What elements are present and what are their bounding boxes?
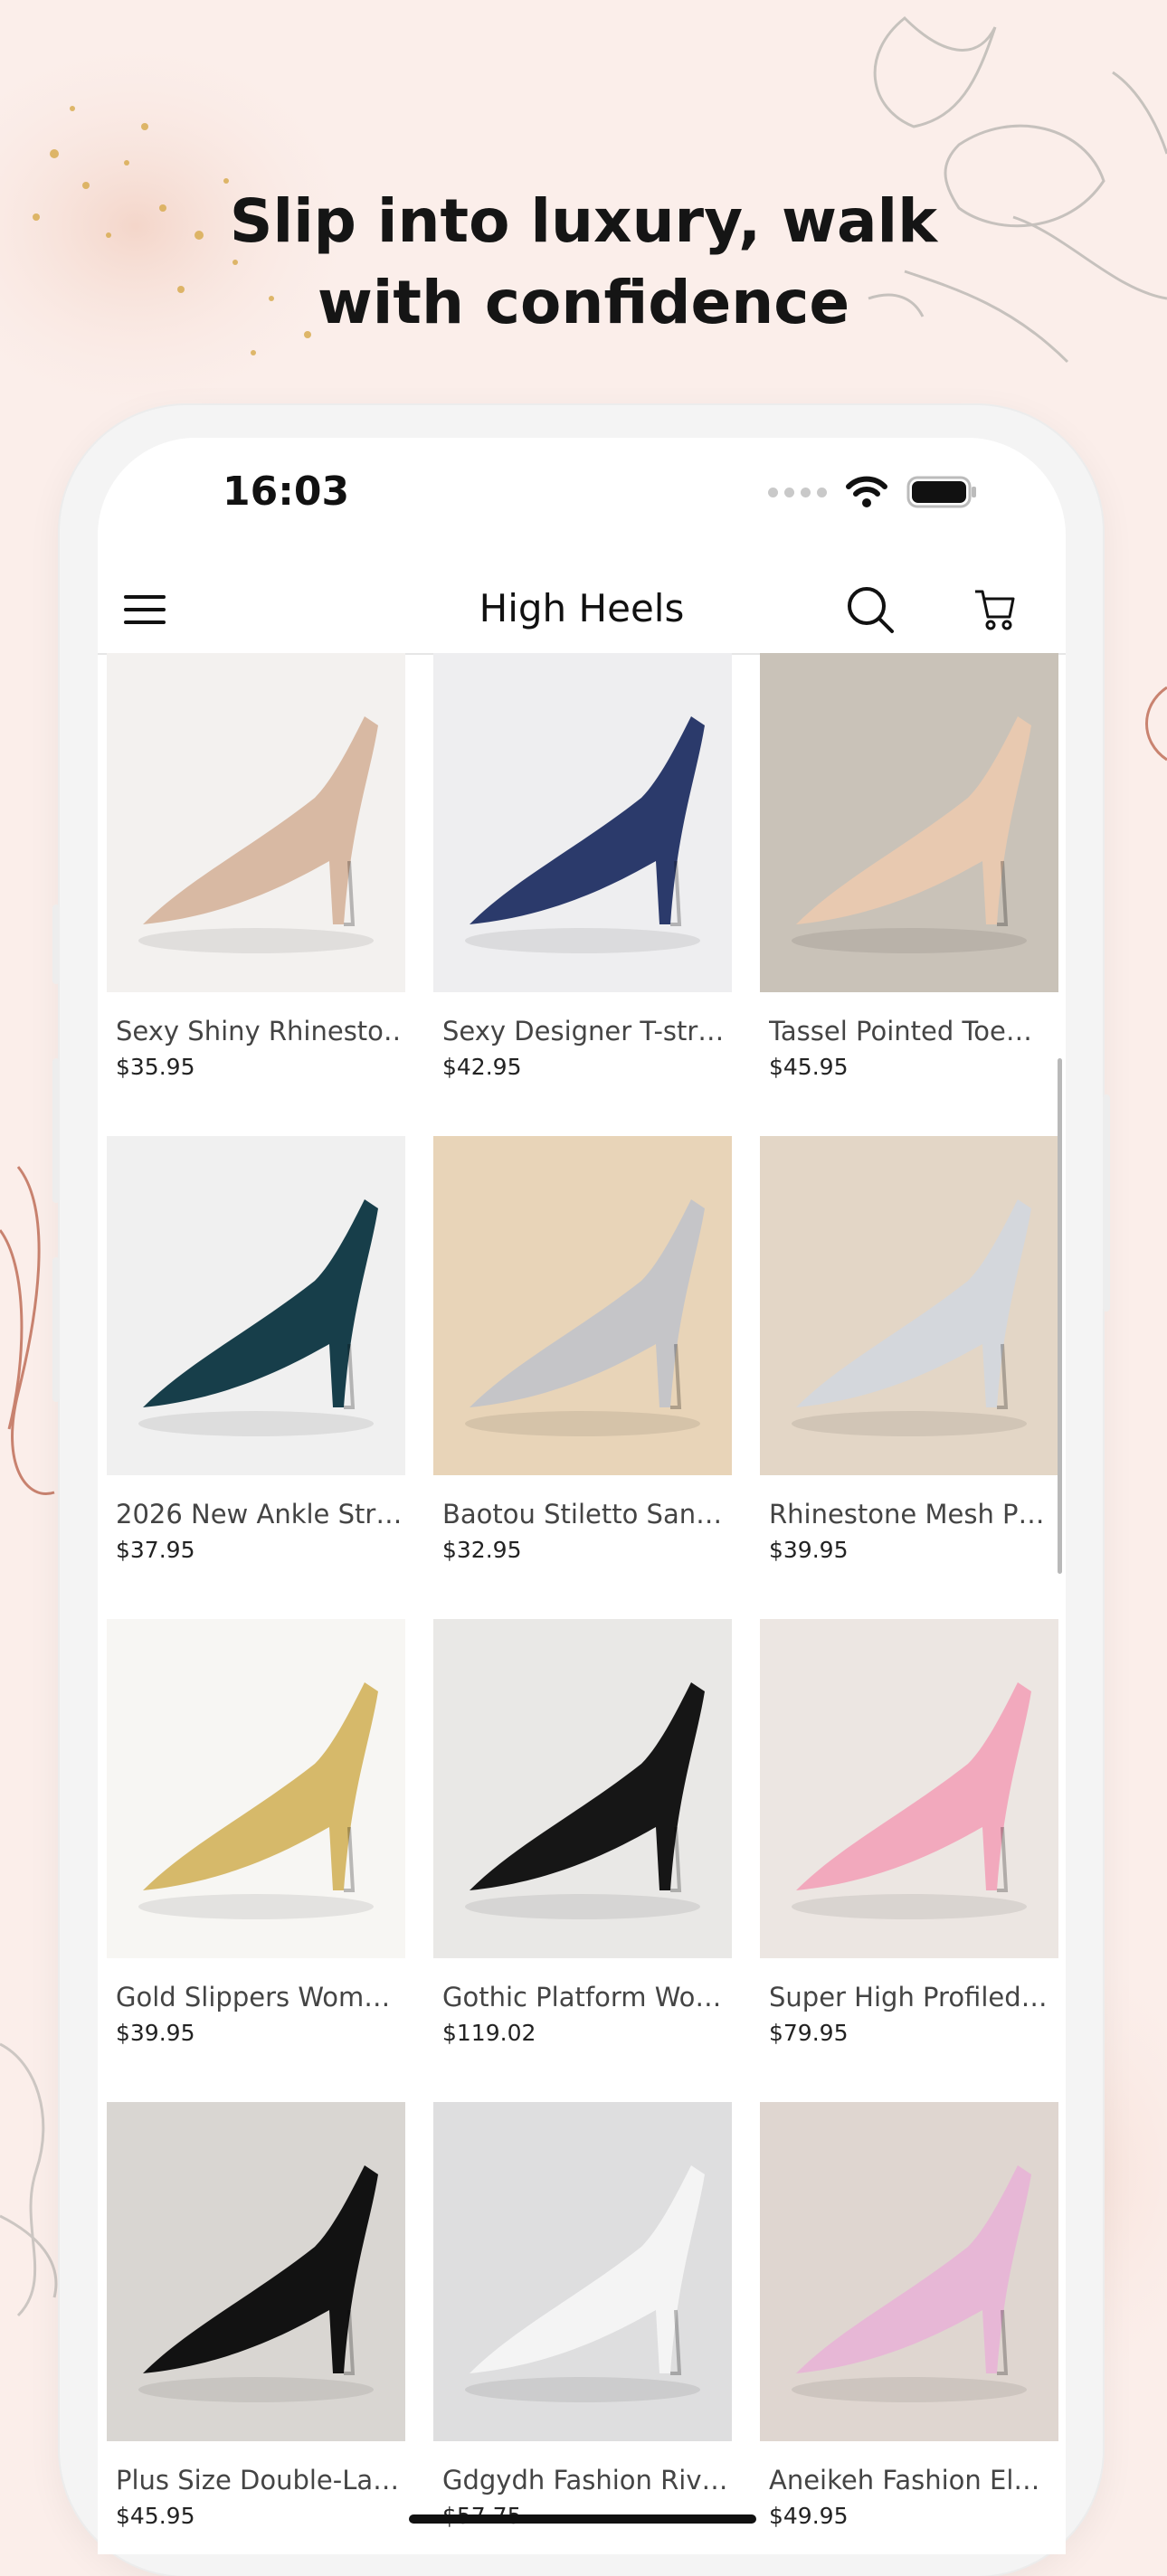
headline-line-1: Slip into luxury, walk	[229, 186, 938, 256]
shoe-illustration	[760, 653, 1058, 992]
product-image[interactable]	[760, 653, 1058, 992]
product-price: $39.95	[769, 1537, 849, 1563]
home-indicator[interactable]	[409, 2514, 756, 2524]
product-price: $79.95	[769, 2020, 849, 2046]
product-card[interactable]: Aneikeh Fashion El… $49.95	[760, 2102, 1058, 2554]
status-time: 16:03	[223, 469, 350, 515]
shoe-illustration	[760, 2102, 1058, 2441]
phone-side-button	[52, 1257, 60, 1402]
product-card[interactable]: Plus Size Double-La… $45.95	[107, 2102, 405, 2554]
search-button[interactable]	[841, 581, 899, 639]
headline-line-2: with confidence	[317, 268, 850, 337]
phone-side-button	[52, 1058, 60, 1203]
product-price: $35.95	[116, 1054, 195, 1080]
product-title[interactable]: Gdgydh Fashion Riv…	[442, 2465, 727, 2496]
nav-title: High Heels	[479, 586, 685, 630]
product-image[interactable]	[760, 1136, 1058, 1475]
battery-icon	[906, 476, 976, 508]
product-title[interactable]: Sexy Shiny Rhinesto…	[116, 1016, 401, 1046]
product-title[interactable]: 2026 New Ankle Str…	[116, 1499, 401, 1530]
nav-bar: High Heels	[98, 564, 1066, 655]
product-card[interactable]: Gothic Platform Wo… $119.02	[433, 1619, 732, 2089]
product-image[interactable]	[433, 1619, 732, 1958]
shoe-illustration	[107, 1619, 405, 1958]
shoe-illustration	[107, 1136, 405, 1475]
headline: Slip into luxury, walk with confidence	[0, 181, 1167, 344]
product-image[interactable]	[433, 653, 732, 992]
shoe-illustration	[433, 653, 732, 992]
status-icons	[768, 474, 979, 510]
shoe-illustration	[433, 1136, 732, 1475]
product-title[interactable]: Baotou Stiletto San…	[442, 1499, 727, 1530]
scrollbar[interactable]	[1058, 1058, 1062, 1574]
product-card[interactable]: Baotou Stiletto San… $32.95	[433, 1136, 732, 1606]
cart-button[interactable]	[966, 581, 1024, 639]
product-image[interactable]	[760, 2102, 1058, 2441]
product-card[interactable]: Sexy Shiny Rhinesto… $35.95	[107, 653, 405, 1123]
status-bar: 16:03	[98, 438, 1066, 564]
product-price: $32.95	[442, 1537, 522, 1563]
product-price: $39.95	[116, 2020, 195, 2046]
app-screen: 16:03 High Heels Sexy Shiny Rhinesto… $3…	[98, 438, 1066, 2554]
shoe-illustration	[433, 1619, 732, 1958]
shoe-illustration	[107, 2102, 405, 2441]
product-card[interactable]: 2026 New Ankle Str… $37.95	[107, 1136, 405, 1606]
shoe-illustration	[433, 2102, 732, 2441]
product-price: $119.02	[442, 2020, 536, 2046]
product-image[interactable]	[433, 2102, 732, 2441]
product-title[interactable]: Plus Size Double-La…	[116, 2465, 401, 2496]
cart-icon	[975, 590, 1015, 630]
product-title[interactable]: Super High Profiled…	[769, 1982, 1054, 2012]
product-title[interactable]: Gold Slippers Wom…	[116, 1982, 401, 2012]
product-price: $42.95	[442, 1054, 522, 1080]
product-card[interactable]: Gold Slippers Wom… $39.95	[107, 1619, 405, 2089]
product-image[interactable]	[107, 2102, 405, 2441]
product-title[interactable]: Sexy Designer T-str…	[442, 1016, 727, 1046]
product-price: $45.95	[769, 1054, 849, 1080]
product-price: $45.95	[116, 2503, 195, 2529]
product-title[interactable]: Tassel Pointed Toe…	[769, 1016, 1054, 1046]
phone-side-button	[52, 904, 60, 984]
product-title[interactable]: Aneikeh Fashion El…	[769, 2465, 1054, 2496]
product-title[interactable]: Gothic Platform Wo…	[442, 1982, 727, 2012]
product-card[interactable]: Rhinestone Mesh P… $39.95	[760, 1136, 1058, 1606]
phone-side-button	[1103, 1094, 1110, 1312]
product-image[interactable]	[760, 1619, 1058, 1958]
product-image[interactable]	[107, 653, 405, 992]
product-card[interactable]: Tassel Pointed Toe… $45.95	[760, 653, 1058, 1123]
product-title[interactable]: Rhinestone Mesh P…	[769, 1499, 1054, 1530]
shoe-illustration	[107, 653, 405, 992]
cellular-dots-icon	[768, 487, 827, 497]
product-card[interactable]: Gdgydh Fashion Riv…$57.75	[433, 2102, 732, 2554]
shoe-illustration	[760, 1136, 1058, 1475]
product-card[interactable]: Sexy Designer T-str… $42.95	[433, 653, 732, 1123]
wifi-icon	[846, 476, 887, 507]
product-image[interactable]	[107, 1619, 405, 1958]
product-image[interactable]	[107, 1136, 405, 1475]
product-card[interactable]: Super High Profiled… $79.95	[760, 1619, 1058, 2089]
product-price: $49.95	[769, 2503, 849, 2529]
shoe-illustration	[760, 1619, 1058, 1958]
product-image[interactable]	[433, 1136, 732, 1475]
product-price: $37.95	[116, 1537, 195, 1563]
search-icon	[848, 587, 894, 633]
